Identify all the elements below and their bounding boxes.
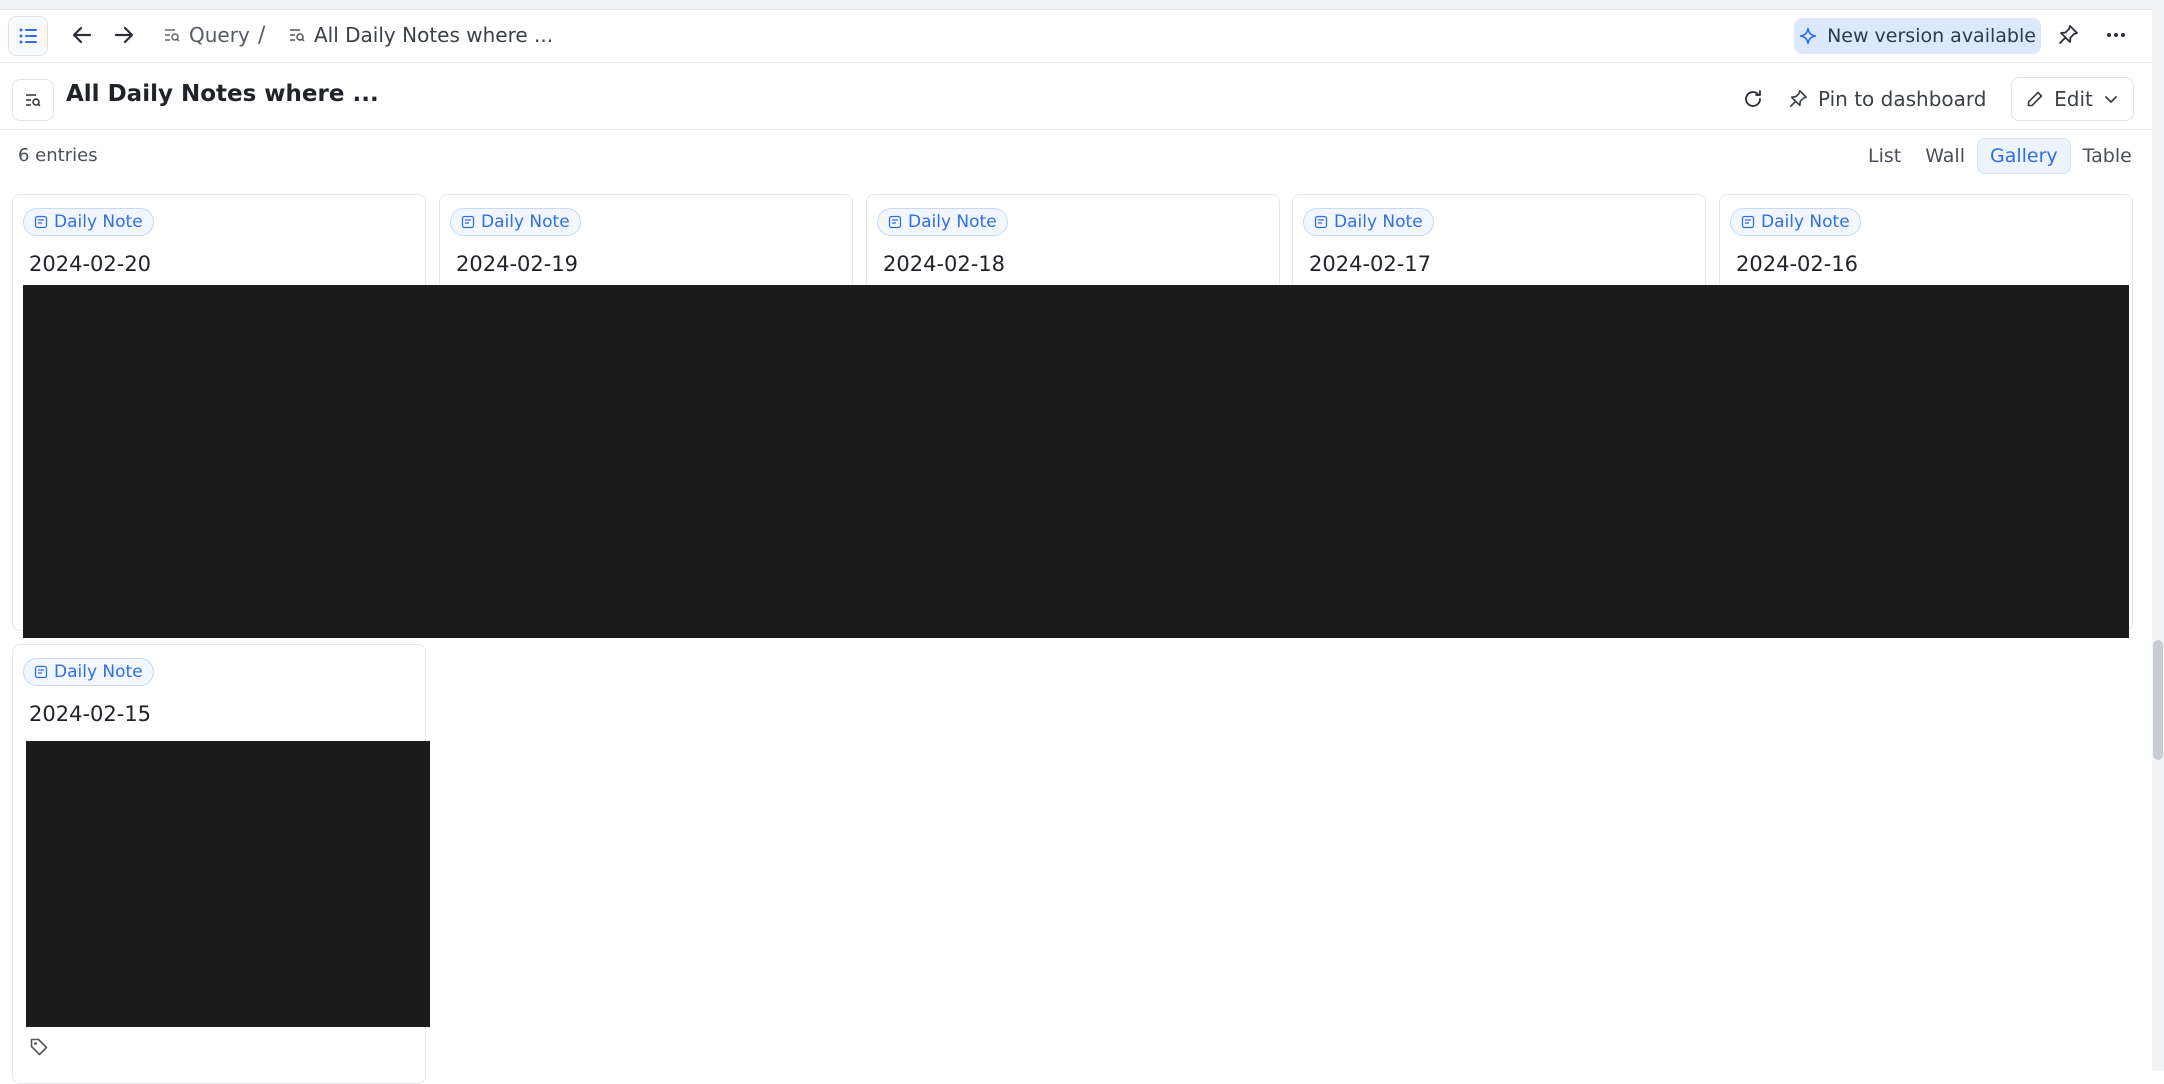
tag-badge[interactable]: Daily Note <box>877 208 1008 236</box>
tag-label: Daily Note <box>54 212 143 232</box>
pin-icon <box>2059 25 2078 44</box>
daily-note-icon <box>888 215 902 229</box>
new-version-label: New version available <box>1827 25 2036 47</box>
arrow-left-icon <box>72 26 92 44</box>
pin-icon <box>1789 90 1807 108</box>
more-options-button[interactable] <box>2098 17 2134 53</box>
card-title: 2024-02-15 <box>29 702 152 726</box>
card-title: 2024-02-20 <box>29 252 152 276</box>
card-title: 2024-02-19 <box>456 252 579 276</box>
sidebar-toggle-button[interactable] <box>8 16 48 56</box>
page-title: All Daily Notes where ... <box>66 81 379 107</box>
query-icon-button[interactable] <box>12 79 54 121</box>
edit-label: Edit <box>2054 87 2093 111</box>
pencil-icon <box>2027 91 2043 107</box>
back-button[interactable] <box>64 17 100 53</box>
tab-table[interactable]: Table <box>2071 138 2144 174</box>
more-horizontal-icon <box>2107 33 2125 37</box>
refresh-icon <box>1745 90 1761 107</box>
breadcrumb-item-query[interactable]: Query <box>163 17 250 53</box>
sparkle-icon <box>1799 27 1817 45</box>
forward-button[interactable] <box>106 17 142 53</box>
new-version-button[interactable]: New version available <box>1794 18 2041 54</box>
daily-note-icon <box>34 215 48 229</box>
tag-badge[interactable]: Daily Note <box>450 208 581 236</box>
view-switcher: List Wall Gallery Table <box>1856 138 2144 174</box>
refresh-button[interactable] <box>1735 81 1771 117</box>
daily-note-icon <box>34 665 48 679</box>
daily-note-icon <box>1314 215 1328 229</box>
redacted-cover-image <box>26 741 430 1027</box>
tag-label: Daily Note <box>54 662 143 682</box>
tab-list[interactable]: List <box>1856 138 1913 174</box>
tags-area[interactable] <box>29 1037 49 1061</box>
chevron-down-icon <box>2104 96 2117 103</box>
card-title: 2024-02-18 <box>883 252 1006 276</box>
tag-label: Daily Note <box>1334 212 1423 232</box>
tag-label: Daily Note <box>908 212 997 232</box>
top-navigation-bar: Query / All Daily Notes where ... New ve… <box>0 9 2152 63</box>
tag-badge[interactable]: Daily Note <box>1303 208 1434 236</box>
redacted-cover-image <box>23 285 2129 638</box>
tag-badge[interactable]: Daily Note <box>23 658 154 686</box>
pin-to-dashboard-button[interactable]: Pin to dashboard <box>1788 81 1986 117</box>
list-menu-icon <box>19 28 37 44</box>
tag-badge[interactable]: Daily Note <box>23 208 154 236</box>
scrollbar-thumb[interactable] <box>2153 640 2163 760</box>
breadcrumb-separator: / <box>258 22 266 48</box>
vertical-scrollbar[interactable] <box>2152 0 2164 1071</box>
entries-count: 6 entries <box>18 145 98 166</box>
breadcrumb-label: All Daily Notes where ... <box>314 23 554 47</box>
query-list-icon <box>26 94 41 107</box>
card-title: 2024-02-16 <box>1736 252 1859 276</box>
tag-label: Daily Note <box>1761 212 1850 232</box>
tag-badge[interactable]: Daily Note <box>1730 208 1861 236</box>
edit-button[interactable]: Edit <box>2011 77 2134 121</box>
daily-note-icon <box>461 215 475 229</box>
breadcrumb-label: Query <box>189 23 250 47</box>
tab-wall[interactable]: Wall <box>1913 138 1977 174</box>
query-list-icon <box>290 29 305 42</box>
pin-button[interactable] <box>2050 17 2086 53</box>
breadcrumb-item-current[interactable]: All Daily Notes where ... <box>288 17 553 53</box>
tag-label: Daily Note <box>481 212 570 232</box>
card-title: 2024-02-17 <box>1309 252 1432 276</box>
pin-to-dashboard-label: Pin to dashboard <box>1818 87 1987 111</box>
query-list-icon <box>165 29 180 42</box>
tag-icon <box>30 1038 48 1056</box>
arrow-right-icon <box>114 26 134 44</box>
query-header: All Daily Notes where ... Pin to dashboa… <box>0 63 2152 130</box>
tab-gallery[interactable]: Gallery <box>1977 138 2071 174</box>
daily-note-icon <box>1741 215 1755 229</box>
